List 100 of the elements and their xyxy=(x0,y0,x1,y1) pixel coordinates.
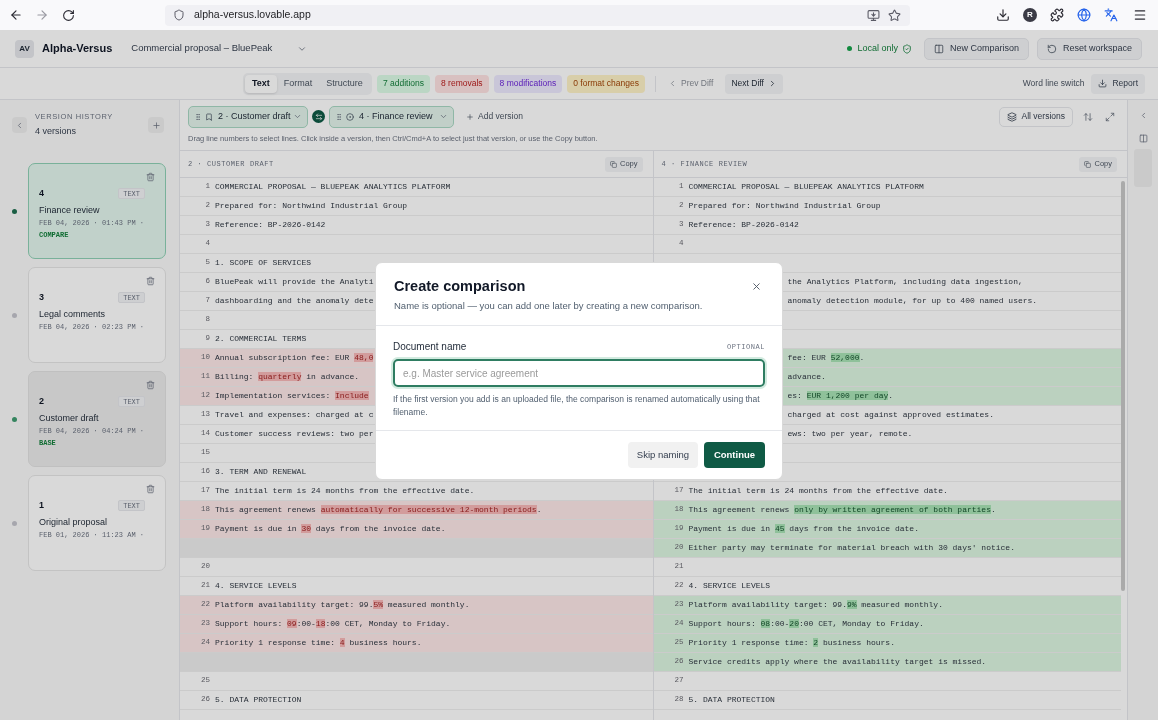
line-text: 4. SERVICE LEVELS xyxy=(688,580,771,592)
version-number: 3 xyxy=(39,291,44,304)
line-text: Payment is due in 45 days from the invoice date. xyxy=(688,523,919,535)
line-text: Annual subscription fee: EUR 48,0 xyxy=(215,352,374,364)
dialog-title: Create comparison xyxy=(394,277,527,296)
bookmark-star-icon[interactable] xyxy=(888,8,901,22)
view-mode-tab[interactable]: Format xyxy=(276,74,320,93)
expand-icon[interactable] xyxy=(1105,111,1115,122)
copy-icon xyxy=(1084,160,1092,168)
report-button[interactable]: Report xyxy=(1091,73,1145,94)
line-text: Prepared for: Northwind Industrial Group xyxy=(688,200,881,212)
dialog-subtitle: Name is optional — you can add one later by creating a new comparison. xyxy=(394,299,703,313)
line-text: Platform availability target: 99.5% measured monthly. xyxy=(215,599,470,611)
line-text: BluePeak will provide the Analyti xyxy=(215,276,374,288)
plus-icon xyxy=(466,112,474,121)
target-icon xyxy=(346,112,354,121)
version-slot-selector[interactable]: 2 · Customer draft xyxy=(188,105,308,128)
trash-icon[interactable] xyxy=(146,484,155,494)
field-label: Document name xyxy=(393,340,467,355)
drag-handle-icon xyxy=(194,111,202,122)
view-mode-tab[interactable]: Text xyxy=(245,74,277,93)
puzzle-icon[interactable] xyxy=(1050,8,1064,22)
storage-status: Local only xyxy=(857,41,898,55)
document-selector[interactable]: Commercial proposal – BluePeak xyxy=(125,37,314,60)
line-text: 3. TERM AND RENEWAL xyxy=(215,466,307,478)
all-versions-button[interactable]: All versions xyxy=(998,106,1073,127)
download-icon[interactable] xyxy=(996,8,1010,22)
change-count-badge: 0 format changes xyxy=(567,74,645,93)
line-text: 2. COMMERCIAL TERMS xyxy=(215,333,307,345)
shield-icon[interactable] xyxy=(173,9,185,21)
switch-label: Word line switch xyxy=(1022,77,1085,90)
swap-icon xyxy=(314,112,323,121)
continue-button[interactable]: Continue xyxy=(704,442,765,469)
line-text: Reference: BP-2026-0142 xyxy=(215,219,326,231)
columns-icon xyxy=(933,43,944,54)
globe-icon[interactable] xyxy=(1077,8,1091,22)
line-text: The initial term is 24 months from the effective date. xyxy=(215,485,475,497)
version-slot-selector[interactable]: 4 · Finance review xyxy=(329,105,454,128)
trash-icon[interactable] xyxy=(146,276,155,286)
trash-icon[interactable] xyxy=(146,380,155,390)
field-help-text: If the first version you add is an uploaded file, the comparison is renamed automatically using that filename. xyxy=(393,393,761,420)
line-text: anomaly detection module, for up to 400 named users. xyxy=(787,295,1038,307)
menu-icon[interactable] xyxy=(1133,8,1147,22)
new-comparison-button[interactable]: New Comparison xyxy=(923,37,1029,60)
version-name: Customer draft xyxy=(39,411,100,425)
version-name: Legal comments xyxy=(39,307,107,321)
line-text: Priority 1 response time: 2 business hours. xyxy=(688,637,895,649)
line-text: 5. DATA PROTECTION xyxy=(688,694,775,706)
line-text: Support hours: 08:00-20:00 CET, Monday to Friday. xyxy=(688,618,924,630)
line-text: dashboarding and the anomaly dete xyxy=(215,295,374,307)
line-text: 1. SCOPE OF SERVICES xyxy=(215,257,311,269)
chevron-left-icon xyxy=(15,120,24,130)
reload-icon[interactable] xyxy=(62,8,75,22)
plus-icon xyxy=(151,120,161,130)
line-text: 5. DATA PROTECTION xyxy=(215,694,302,706)
app-logo: AV xyxy=(15,39,34,58)
next-diff-button[interactable]: Next Diff xyxy=(725,73,783,94)
line-text: Support hours: 09:00-18:00 CET, Monday to Friday. xyxy=(215,618,451,630)
shield-check-icon xyxy=(901,43,912,54)
line-text: 4. SERVICE LEVELS xyxy=(215,580,297,592)
bookmark-icon xyxy=(205,112,213,121)
profile-avatar[interactable]: R xyxy=(1023,8,1037,22)
circular-arrow-icon xyxy=(1046,43,1057,54)
swap-vertical-icon[interactable] xyxy=(1083,111,1093,122)
line-text: the Analytics Platform, including data ingestion, xyxy=(787,276,1023,288)
line-text: Payment is due in 30 days from the invoice date. xyxy=(215,523,446,535)
add-version-link[interactable]: Add version xyxy=(462,106,527,127)
skip-button[interactable]: Skip naming xyxy=(628,442,698,469)
close-icon[interactable] xyxy=(751,281,762,292)
line-text: Billing: quarterly in advance. xyxy=(215,371,360,383)
line-text: Either party may terminate for material breach with 30 days' notice. xyxy=(688,542,1015,554)
line-text: COMMERCIAL PROPOSAL — BLUEPEAK ANALYTICS PLATFORM xyxy=(688,181,924,193)
translate-icon[interactable] xyxy=(1104,8,1118,22)
version-number: 2 xyxy=(39,395,44,408)
line-text: This agreement renews automatically for successive 12-month periods. xyxy=(215,504,542,516)
line-text: Prepared for: Northwind Industrial Group xyxy=(215,200,408,212)
change-count-badge: 7 additions xyxy=(376,74,430,93)
monitor-download-icon[interactable] xyxy=(867,8,880,22)
document-name-input[interactable]: e.g. Master service agreement xyxy=(393,359,765,388)
line-text: ews: two per year, remote. xyxy=(787,428,913,440)
line-text: es: EUR 1,200 per day. xyxy=(787,390,894,402)
drag-handle-icon xyxy=(335,111,343,122)
change-count-badge: 8 removals xyxy=(435,74,489,93)
version-name: Original proposal xyxy=(39,515,109,529)
columns-icon[interactable] xyxy=(1138,134,1148,143)
chevron-down-icon xyxy=(439,112,448,121)
line-text: charged at cost against approved estimates. xyxy=(787,409,994,421)
add-version-button[interactable] xyxy=(148,117,164,133)
line-text: The initial term is 24 months from the effective date. xyxy=(688,485,948,497)
line-text: Travel and expenses: charged at c xyxy=(215,409,374,421)
version-number: 1 xyxy=(39,499,44,512)
scrollbar-thumb[interactable] xyxy=(1121,181,1125,591)
trash-icon[interactable] xyxy=(146,172,155,182)
view-mode-tab[interactable]: Structure xyxy=(319,74,370,93)
swap-versions-button[interactable] xyxy=(312,110,325,123)
reset-workspace-button[interactable]: Reset workspace xyxy=(1036,37,1142,60)
line-text: Reference: BP-2026-0142 xyxy=(688,219,799,231)
line-text: advance. xyxy=(787,371,826,383)
line-text: fee: EUR 52,000. xyxy=(787,352,865,364)
address-field[interactable]: alpha-versus.lovable.app xyxy=(165,4,910,26)
